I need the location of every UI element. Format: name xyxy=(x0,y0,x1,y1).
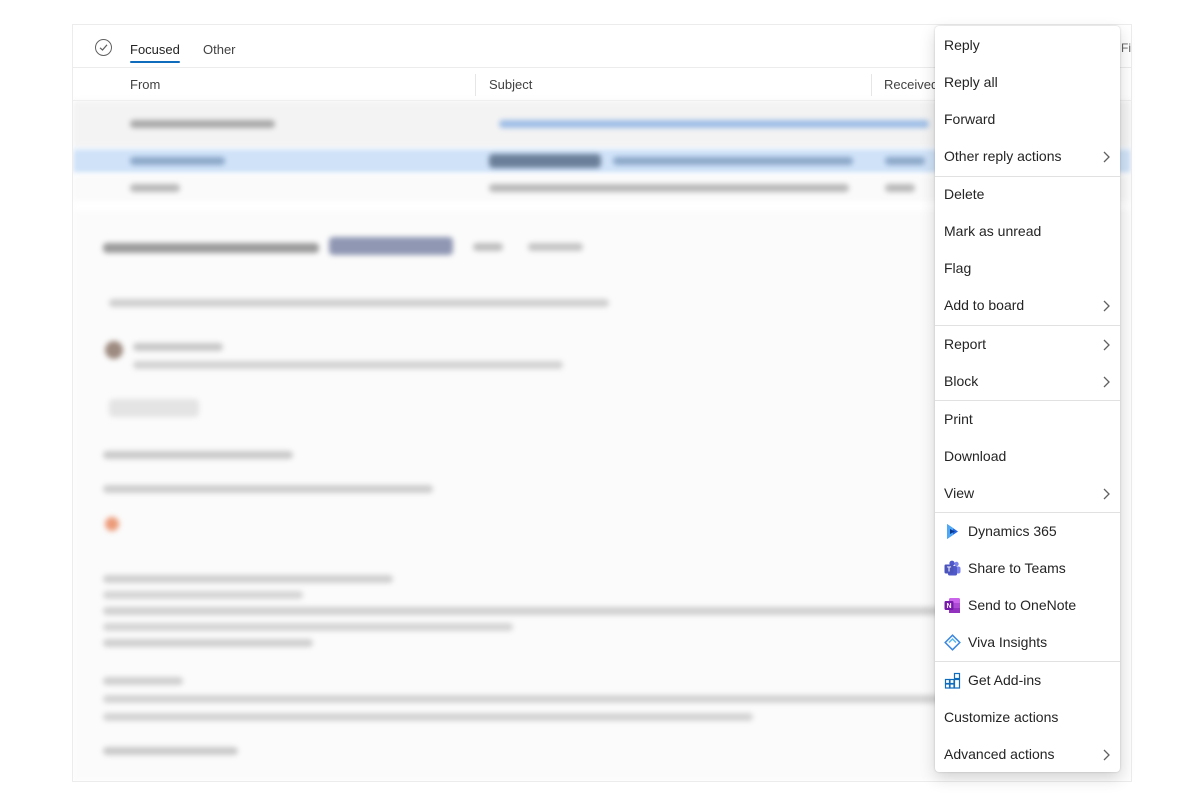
menu-item-label: Customize actions xyxy=(944,709,1059,725)
menu-item-report[interactable]: Report xyxy=(935,326,1120,363)
menu-item-view[interactable]: View xyxy=(935,475,1120,512)
menu-item-add-to-board[interactable]: Add to board xyxy=(935,287,1120,324)
dynamics-365-icon xyxy=(947,524,958,539)
menu-item-label: Block xyxy=(944,373,979,389)
onenote-icon: N xyxy=(944,598,960,613)
menu-item-dynamics-365[interactable]: Dynamics 365 xyxy=(935,513,1120,550)
chevron-right-icon xyxy=(1103,339,1110,351)
menu-item-label: Share to Teams xyxy=(968,560,1066,576)
menu-item-customize-actions[interactable]: Customize actions xyxy=(935,699,1120,736)
menu-item-label: Mark as unread xyxy=(944,223,1042,239)
svg-text:N: N xyxy=(946,603,951,610)
column-from[interactable]: From xyxy=(130,77,160,92)
menu-item-label: Reply xyxy=(944,37,980,53)
column-subject[interactable]: Subject xyxy=(489,77,532,92)
menu-item-reply-all[interactable]: Reply all xyxy=(935,64,1120,101)
filter-label-clipped[interactable]: Fil xyxy=(1121,41,1131,55)
menu-item-block[interactable]: Block xyxy=(935,363,1120,400)
chevron-right-icon xyxy=(1103,300,1110,312)
column-divider xyxy=(475,74,476,96)
menu-item-label: Print xyxy=(944,411,973,427)
menu-item-viva-insights[interactable]: Viva Insights xyxy=(935,624,1120,661)
tab-focused[interactable]: Focused xyxy=(130,42,180,63)
menu-item-label: Delete xyxy=(944,186,985,202)
viva-insights-icon xyxy=(944,634,961,651)
menu-item-label: Other reply actions xyxy=(944,148,1062,164)
select-all-checkbox[interactable] xyxy=(95,39,112,56)
menu-item-label: View xyxy=(944,485,975,501)
chevron-right-icon xyxy=(1103,488,1110,500)
menu-item-label: Download xyxy=(944,448,1007,464)
chevron-right-icon xyxy=(1103,376,1110,388)
menu-item-label: Send to OneNote xyxy=(968,597,1077,613)
menu-item-label: Report xyxy=(944,336,987,352)
menu-item-other-reply-actions[interactable]: Other reply actions xyxy=(935,138,1120,175)
column-received[interactable]: Received xyxy=(884,77,938,92)
menu-item-share-to-teams[interactable]: T Share to Teams xyxy=(935,550,1120,587)
menu-item-label: Add to board xyxy=(944,297,1025,313)
add-ins-icon xyxy=(944,672,961,689)
menu-item-delete[interactable]: Delete xyxy=(935,176,1120,213)
menu-item-label: Get Add-ins xyxy=(968,672,1042,688)
menu-item-download[interactable]: Download xyxy=(935,438,1120,475)
svg-text:T: T xyxy=(947,567,952,574)
chevron-right-icon xyxy=(1103,151,1110,163)
chevron-right-icon xyxy=(1103,749,1110,761)
tab-other[interactable]: Other xyxy=(203,42,236,57)
menu-item-mark-as-unread[interactable]: Mark as unread xyxy=(935,213,1120,250)
menu-item-flag[interactable]: Flag xyxy=(935,250,1120,287)
menu-item-label: Forward xyxy=(944,111,996,127)
menu-item-label: Reply all xyxy=(944,74,998,90)
menu-item-reply[interactable]: Reply xyxy=(935,27,1120,64)
checkmark-icon xyxy=(99,44,108,51)
menu-item-print[interactable]: Print xyxy=(935,401,1120,438)
menu-item-forward[interactable]: Forward xyxy=(935,101,1120,138)
menu-item-get-add-ins[interactable]: Get Add-ins xyxy=(935,662,1120,699)
menu-item-send-to-onenote[interactable]: N Send to OneNote xyxy=(935,587,1120,624)
teams-icon: T xyxy=(944,560,961,576)
menu-item-advanced-actions[interactable]: Advanced actions xyxy=(935,736,1120,773)
menu-item-label: Viva Insights xyxy=(968,634,1048,650)
menu-item-label: Flag xyxy=(944,260,972,276)
column-divider xyxy=(871,74,872,96)
menu-item-label: Advanced actions xyxy=(944,746,1055,762)
message-context-menu: Reply Reply all Forward Other reply acti… xyxy=(935,26,1120,772)
menu-item-label: Dynamics 365 xyxy=(968,523,1057,539)
